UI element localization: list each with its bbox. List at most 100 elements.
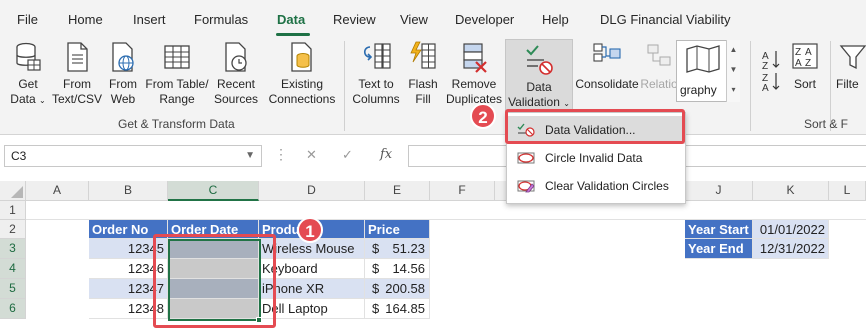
price-cell[interactable]: $ 164.85	[365, 299, 430, 319]
column-header-b[interactable]: B	[89, 181, 168, 201]
from-text-csv-button[interactable]: From Text/CSV	[52, 37, 102, 113]
row-1	[26, 201, 866, 220]
column-header-a[interactable]: A	[26, 181, 89, 201]
price-cell[interactable]: $ 200.58	[365, 279, 430, 299]
price-cell[interactable]: $ 51.23	[365, 239, 430, 259]
flash-fill-icon	[410, 41, 436, 69]
tab-help[interactable]: Help	[542, 12, 569, 27]
row-header-3[interactable]: 3	[0, 239, 26, 259]
relationships-label: Relatio	[640, 77, 678, 91]
chevron-down-icon: ⌄	[39, 96, 46, 105]
svg-text:A: A	[805, 47, 812, 58]
get-data-button[interactable]: Get Data ⌄	[6, 37, 50, 113]
filter-button[interactable]: Filte	[836, 37, 866, 113]
circle-invalid-icon	[517, 152, 535, 164]
scroll-up-icon: ▲	[729, 45, 738, 54]
sort-az-buttons[interactable]: A Z Z A	[760, 47, 786, 94]
sort-button[interactable]: Z A A Z Sort	[788, 37, 822, 113]
tab-data[interactable]: Data	[277, 12, 305, 27]
price-value: 200.58	[385, 281, 425, 296]
tab-insert[interactable]: Insert	[133, 12, 166, 27]
remove-duplicates-button[interactable]: Remove Duplicates	[446, 37, 502, 113]
web-page-icon	[112, 42, 134, 72]
row-header-6[interactable]: 6	[0, 299, 26, 319]
menu-item-circle-invalid-data[interactable]: Circle Invalid Data	[507, 144, 685, 172]
from-table-range-button[interactable]: From Table/ Range	[144, 37, 210, 113]
year-start-label[interactable]: Year Start	[685, 220, 753, 239]
year-end-label[interactable]: Year End	[685, 239, 753, 259]
column-header-d[interactable]: D	[259, 181, 365, 201]
annotation-highlight-range	[153, 234, 276, 328]
row-header-4[interactable]: 4	[0, 259, 26, 279]
svg-text:Z: Z	[762, 61, 768, 72]
connections-icon	[291, 42, 312, 72]
existing-connections-label: Existing	[280, 77, 324, 91]
tab-review[interactable]: Review	[333, 12, 376, 27]
tab-developer[interactable]: Developer	[455, 12, 514, 27]
recent-sources-button[interactable]: Recent Sources	[212, 37, 260, 113]
clear-circles-icon	[517, 180, 535, 193]
enter-icon[interactable]: ✓	[342, 147, 353, 163]
svg-text:Z: Z	[795, 47, 801, 58]
get-data-label: Get	[18, 77, 38, 91]
column-header-f[interactable]: F	[430, 181, 495, 201]
relationships-icon	[647, 44, 671, 66]
chevron-down-icon[interactable]: ▼	[245, 146, 255, 166]
year-end-value[interactable]: 12/31/2022	[753, 239, 829, 259]
name-box[interactable]: C3 ▼	[4, 145, 262, 167]
sort-az-icon: A Z Z A	[762, 51, 780, 94]
select-all-triangle-icon	[11, 186, 23, 198]
ribbon-separator	[344, 41, 345, 131]
row-header-1[interactable]: 1	[0, 201, 26, 220]
formula-bar: C3 ▼ ⋮ ✕ ✓ fx	[0, 135, 866, 175]
annotation-badge-2: 2	[470, 103, 496, 129]
table-icon	[164, 45, 190, 69]
insert-function-icon[interactable]: fx	[380, 147, 392, 162]
relationships-button[interactable]: Relatio	[640, 37, 678, 113]
gallery-scroll[interactable]: ▲ ▼ ▾	[726, 40, 740, 102]
column-header-j[interactable]: J	[685, 181, 753, 201]
group-label-sort-filter: Sort & F	[804, 117, 849, 131]
from-table-label-2: Range	[159, 92, 195, 106]
text-to-columns-label-2: Columns	[352, 92, 400, 106]
price-cell[interactable]: $ 14.56	[365, 259, 430, 279]
flash-fill-label: Flash	[408, 77, 438, 91]
chevron-down-icon: ⌄	[563, 99, 570, 108]
currency-symbol: $	[372, 261, 380, 276]
flash-fill-button[interactable]: Flash Fill	[404, 37, 442, 113]
price-value: 51.23	[392, 241, 425, 256]
column-header-e[interactable]: E	[365, 181, 430, 201]
table-header-price[interactable]: Price	[365, 220, 430, 239]
from-web-button[interactable]: From Web	[104, 37, 142, 113]
from-table-label: From Table/	[145, 77, 209, 91]
text-to-columns-button[interactable]: Text to Columns	[350, 37, 402, 113]
filter-label: Filte	[836, 77, 859, 91]
data-validation-button[interactable]: Data Validation ⌄	[505, 39, 573, 111]
remove-duplicates-label: Remove	[451, 77, 497, 91]
column-header-k[interactable]: K	[753, 181, 829, 201]
from-text-label-2: Text/CSV	[52, 92, 103, 106]
tab-dlg-financial-viability[interactable]: DLG Financial Viability	[600, 12, 731, 27]
tab-home[interactable]: Home	[68, 12, 103, 27]
consolidate-button[interactable]: Consolidate	[575, 37, 639, 113]
menu-item-label: Circle Invalid Data	[545, 151, 643, 165]
row-header-5[interactable]: 5	[0, 279, 26, 299]
database-icon	[16, 42, 41, 71]
column-header-c[interactable]: C	[168, 181, 259, 201]
column-header-l[interactable]: L	[829, 181, 866, 201]
select-all-corner[interactable]	[0, 181, 26, 201]
existing-connections-button[interactable]: Existing Connections	[266, 37, 338, 113]
data-validation-icon	[526, 45, 553, 75]
year-start-value[interactable]: 01/01/2022	[753, 220, 829, 239]
worksheet-grid: A B C D E F G H I J K L 1 2 3 4 5 6 Orde…	[0, 181, 866, 328]
tab-file[interactable]: File	[17, 12, 38, 27]
text-to-columns-icon	[363, 43, 391, 69]
text-file-icon	[67, 42, 88, 72]
formula-bar-grip-icon: ⋮	[274, 146, 288, 162]
cancel-icon[interactable]: ✕	[306, 147, 317, 163]
tab-view[interactable]: View	[400, 12, 428, 27]
row-header-2[interactable]: 2	[0, 220, 26, 239]
menu-item-clear-validation-circles[interactable]: Clear Validation Circles	[507, 172, 685, 200]
tab-formulas[interactable]: Formulas	[194, 12, 248, 27]
text-to-columns-label: Text to	[358, 77, 394, 91]
